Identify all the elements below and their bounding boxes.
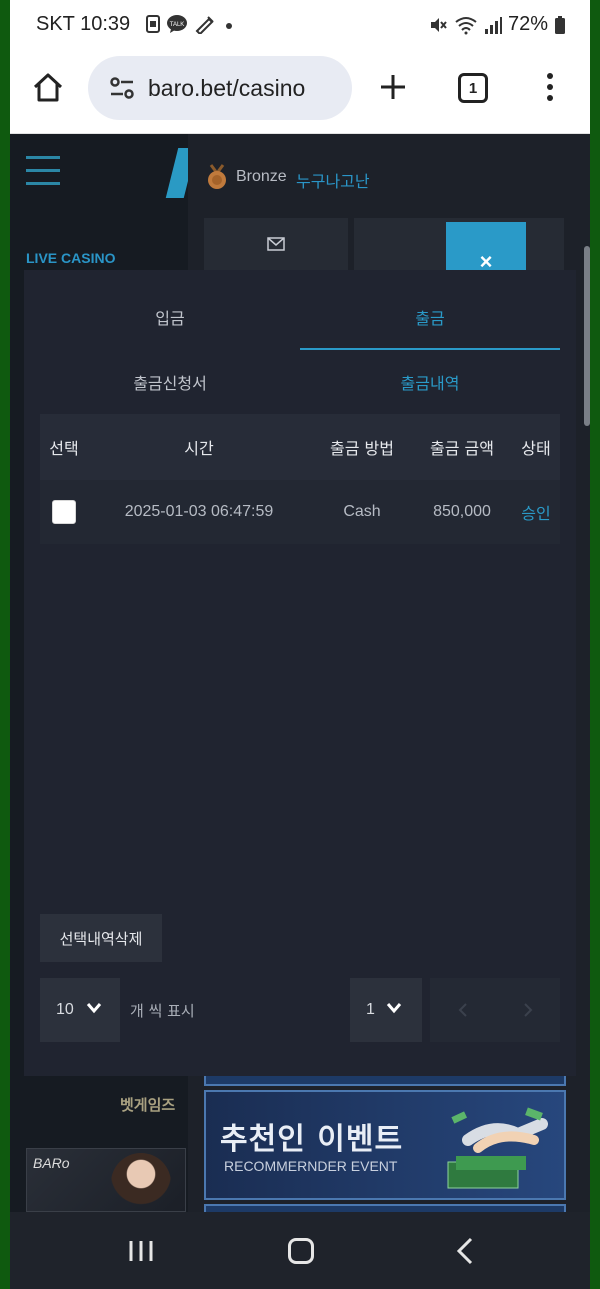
sim-icon bbox=[146, 15, 160, 33]
per-page-label: 개 씩 표시 bbox=[130, 1002, 195, 1020]
status-icons: 72% bbox=[428, 13, 566, 36]
game-tile[interactable]: BARo bbox=[26, 1148, 186, 1213]
mute-icon bbox=[430, 17, 447, 32]
battery-icon bbox=[555, 15, 565, 34]
prev-page-button[interactable] bbox=[430, 978, 496, 1042]
live-casino-label[interactable]: LIVE CASINO bbox=[26, 250, 115, 266]
handshake-money-icon bbox=[447, 1107, 548, 1189]
wifi-icon bbox=[455, 16, 477, 34]
modal-subtabs: 출금신청서 출금내역 bbox=[40, 370, 560, 400]
svg-text:TALK: TALK bbox=[170, 22, 185, 28]
row-status: 승인 bbox=[521, 504, 551, 523]
page-value: 1 bbox=[366, 1001, 375, 1018]
browser-toolbar: baro.bet/casino 1 bbox=[10, 52, 590, 134]
status-bar: SKT 10:39 TALK 72% bbox=[10, 0, 590, 52]
mail-icon bbox=[267, 237, 285, 251]
row-method: Cash bbox=[343, 503, 381, 520]
phone-screen: SKT 10:39 TALK 72% baro.bet/casino 1 LIV… bbox=[10, 0, 590, 1289]
bronze-medal-icon bbox=[208, 164, 226, 189]
tab-switcher-button[interactable]: 1 bbox=[458, 73, 488, 103]
per-page-value: 10 bbox=[56, 1001, 74, 1018]
withdraw-history-modal: 입금 출금 출금신청서 출금내역 선택 시간 출금 방법 출금 금액 상태 20… bbox=[24, 270, 576, 1076]
signal-icon bbox=[484, 16, 502, 34]
home-button-icon[interactable] bbox=[288, 1238, 314, 1264]
page-number-select[interactable]: 1 bbox=[350, 978, 422, 1042]
system-nav-bar bbox=[10, 1212, 590, 1289]
row-amount: 850,000 bbox=[433, 503, 491, 520]
header-amount: 출금 금액 bbox=[430, 439, 494, 458]
home-icon[interactable] bbox=[32, 72, 64, 104]
tile-logo: BARo bbox=[33, 1155, 70, 1171]
chevron-right-icon bbox=[524, 1003, 533, 1017]
user-rank: Bronze bbox=[236, 168, 287, 185]
delete-selected-button[interactable]: 선택내역삭제 bbox=[40, 914, 162, 962]
withdraw-history-table: 선택 시간 출금 방법 출금 금액 상태 2025-01-03 06:47:59… bbox=[40, 414, 560, 544]
next-page-button[interactable] bbox=[496, 978, 560, 1042]
table-row: 2025-01-03 06:47:59 Cash 850,000 승인 bbox=[40, 480, 560, 544]
dot-icon bbox=[226, 23, 232, 29]
chevron-down-icon bbox=[86, 1003, 102, 1014]
user-nickname: 누구나고난 bbox=[296, 172, 370, 191]
site-settings-icon[interactable] bbox=[108, 74, 136, 102]
status-time: SKT 10:39 bbox=[36, 13, 131, 35]
banner-title: 추천인 이벤트 bbox=[220, 1122, 404, 1157]
per-page-select[interactable]: 10 bbox=[40, 978, 120, 1042]
header-status: 상태 bbox=[521, 439, 551, 458]
left-game-label: 벳게임즈 bbox=[120, 1096, 176, 1114]
url-text: baro.bet/casino bbox=[148, 74, 306, 101]
table-header: 선택 시간 출금 방법 출금 금액 상태 bbox=[40, 414, 560, 480]
dealer-image bbox=[111, 1153, 171, 1213]
mail-button[interactable] bbox=[204, 218, 348, 270]
banner-subtitle: RECOMMERNDER EVENT bbox=[224, 1158, 398, 1174]
modal-tabs: 입금 출금 bbox=[40, 298, 560, 350]
battery-percent: 72% bbox=[507, 13, 548, 35]
pen-icon bbox=[195, 16, 214, 34]
tab-withdraw[interactable]: 출금 bbox=[300, 298, 560, 350]
address-bar[interactable]: baro.bet/casino bbox=[88, 56, 352, 120]
chevron-down-icon bbox=[386, 1003, 402, 1014]
chevron-left-icon bbox=[458, 1003, 467, 1017]
hamburger-menu-icon[interactable] bbox=[26, 156, 60, 186]
tab-deposit[interactable]: 입금 bbox=[40, 298, 300, 350]
header-select: 선택 bbox=[49, 439, 79, 458]
recent-apps-icon[interactable] bbox=[128, 1240, 154, 1262]
subtab-withdraw-history[interactable]: 출금내역 bbox=[300, 370, 560, 394]
new-tab-icon[interactable] bbox=[378, 72, 408, 102]
notification-icons: TALK bbox=[146, 14, 236, 34]
header-method: 출금 방법 bbox=[330, 439, 394, 458]
kakaotalk-icon: TALK bbox=[167, 15, 187, 33]
header-time: 시간 bbox=[184, 439, 214, 458]
back-icon[interactable] bbox=[456, 1236, 474, 1266]
row-select-cell bbox=[40, 480, 88, 544]
row-time: 2025-01-03 06:47:59 bbox=[124, 503, 274, 520]
page-scrollbar[interactable] bbox=[584, 246, 590, 426]
recommender-event-banner[interactable]: 추천인 이벤트 RECOMMERNDER EVENT bbox=[204, 1090, 566, 1200]
subtab-withdraw-request[interactable]: 출금신청서 bbox=[40, 370, 300, 394]
more-menu-icon[interactable] bbox=[546, 72, 554, 102]
row-checkbox[interactable] bbox=[52, 500, 76, 524]
